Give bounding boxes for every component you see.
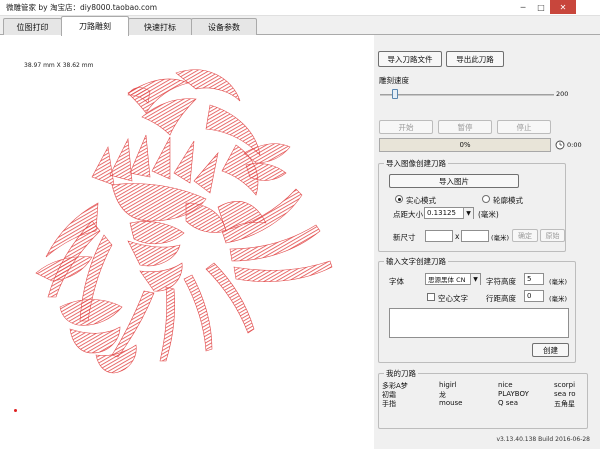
new-size-label: 新尺寸 <box>393 233 416 242</box>
new-height-input[interactable] <box>461 230 489 242</box>
engrave-canvas[interactable]: 38.97 mm X 38.62 mm <box>0 35 374 449</box>
my-path-item[interactable]: 多彩A梦 <box>382 381 439 390</box>
my-paths-group: 我的刀路 多彩A梦 higirl nice scorpi 初霜龙 PLAYBOY sea r… <box>378 368 588 429</box>
dot-size-label: 点距大小 <box>393 210 423 219</box>
maximize-button[interactable]: □ <box>532 0 550 14</box>
dot-size-unit: (毫米) <box>478 210 499 219</box>
char-height-label: 字符高度 <box>486 277 516 286</box>
my-paths-row: 手指 mouse Q sea 五角星 <box>382 399 598 408</box>
font-label: 字体 <box>389 277 404 286</box>
hollow-text-checkbox[interactable] <box>427 293 435 301</box>
minimize-button[interactable]: ─ <box>514 0 532 14</box>
char-height-value: 5 <box>527 275 532 283</box>
elapsed-time: 0:00 <box>567 141 582 149</box>
start-button[interactable]: 开始 <box>379 120 433 134</box>
progress-bar: 0% <box>379 138 551 152</box>
new-width-input[interactable] <box>425 230 453 242</box>
text-input-area[interactable] <box>389 308 569 338</box>
clock-icon <box>555 140 565 150</box>
my-path-item[interactable]: 龙 <box>439 390 498 399</box>
my-path-item[interactable]: 五角星 <box>554 399 594 408</box>
speed-slider-track[interactable] <box>380 94 554 96</box>
tab-bitmap-print[interactable]: 位图打印 <box>3 18 62 35</box>
my-paths-legend: 我的刀路 <box>384 368 418 379</box>
size-unit: (毫米) <box>491 234 510 242</box>
import-path-button[interactable]: 导入刀路文件 <box>378 51 442 67</box>
text-path-group: 输入文字创建刀路 字体 思源黑体 CN ▼ 字符高度 5 (毫米) 空心文字 行… <box>378 256 576 363</box>
speed-label: 雕刻速度 <box>379 76 409 85</box>
line-height-value: 0 <box>527 292 532 300</box>
my-path-item[interactable]: 手指 <box>382 399 439 408</box>
solid-mode-radio[interactable] <box>395 195 403 203</box>
hollow-text-label: 空心文字 <box>438 294 468 303</box>
font-select[interactable]: 思源黑体 CN ▼ <box>425 273 481 285</box>
char-height-input[interactable]: 5 <box>524 273 544 285</box>
origin-marker <box>14 409 17 412</box>
line-height-unit: (毫米) <box>549 295 568 303</box>
my-path-item[interactable]: 初霜 <box>382 390 439 399</box>
my-paths-list: 多彩A梦 higirl nice scorpi 初霜龙 PLAYBOY sea ro 手指 mo… <box>382 381 598 408</box>
export-path-button[interactable]: 导出此刀路 <box>446 51 504 67</box>
progress-text: 0% <box>459 141 471 149</box>
solid-mode-label: 实心模式 <box>406 196 436 205</box>
image-group-legend: 导入图像创建刀路 <box>384 158 448 169</box>
chevron-down-icon[interactable]: ▼ <box>463 208 473 219</box>
speed-slider-thumb[interactable] <box>391 89 398 99</box>
close-button[interactable]: ✕ <box>550 0 576 14</box>
create-button[interactable]: 创建 <box>532 343 569 357</box>
speed-max-label: 200 <box>556 90 569 98</box>
my-path-item[interactable]: PLAYBOY <box>498 390 554 399</box>
title-bar: 微雕管家 by 淘宝店：diy8000.taobao.com <box>0 0 600 16</box>
my-paths-row: 初霜龙 PLAYBOY sea ro <box>382 390 598 399</box>
dot-size-value: 0.13125 <box>427 209 456 217</box>
font-value: 思源黑体 CN <box>428 276 466 284</box>
my-path-item[interactable]: Q sea <box>498 399 554 408</box>
my-path-item[interactable]: nice <box>498 381 554 390</box>
char-height-unit: (毫米) <box>549 278 568 286</box>
tab-path-engrave[interactable]: 刀路雕刻 <box>61 16 129 36</box>
tab-bar: 位图打印 刀路雕刻 快速打标 设备参数 <box>0 16 600 36</box>
version-label: v3.13.40.138 Build 2016-06-28 <box>496 436 590 443</box>
text-group-legend: 输入文字创建刀路 <box>384 256 448 267</box>
window-title: 微雕管家 by 淘宝店：diy8000.taobao.com <box>6 3 158 12</box>
dot-size-input[interactable]: 0.13125 ▼ <box>424 207 474 219</box>
my-paths-row: 多彩A梦 higirl nice scorpi <box>382 381 598 390</box>
my-path-item[interactable]: mouse <box>439 399 498 408</box>
stop-button[interactable]: 停止 <box>497 120 551 134</box>
pause-button[interactable]: 暂停 <box>438 120 492 134</box>
outline-mode-label: 轮廓模式 <box>493 196 523 205</box>
confirm-size-button[interactable]: 确定 <box>512 229 538 242</box>
window-controls: ─ □ ✕ <box>514 0 576 14</box>
tab-device-params[interactable]: 设备参数 <box>191 18 257 35</box>
control-panel: 导入刀路文件 导出此刀路 雕刻速度 200 开始 暂停 停止 0% 0:00 导… <box>374 35 600 449</box>
size-x-label: x <box>455 232 460 241</box>
chevron-down-icon[interactable]: ▼ <box>470 274 480 285</box>
my-path-item[interactable]: scorpi <box>554 381 594 390</box>
line-height-input[interactable]: 0 <box>524 290 544 302</box>
my-path-item[interactable]: higirl <box>439 381 498 390</box>
outline-mode-radio[interactable] <box>482 195 490 203</box>
scorpion-artwork <box>35 69 333 374</box>
my-path-item[interactable]: sea ro <box>554 390 594 399</box>
tab-quick-mark[interactable]: 快速打标 <box>128 18 192 35</box>
image-path-group: 导入图像创建刀路 导入图片 实心模式 轮廓模式 点距大小 0.13125 ▼ (… <box>378 158 566 252</box>
import-image-button[interactable]: 导入图片 <box>389 174 519 188</box>
original-size-button[interactable]: 原始 <box>540 229 565 242</box>
line-height-label: 行距高度 <box>486 294 516 303</box>
